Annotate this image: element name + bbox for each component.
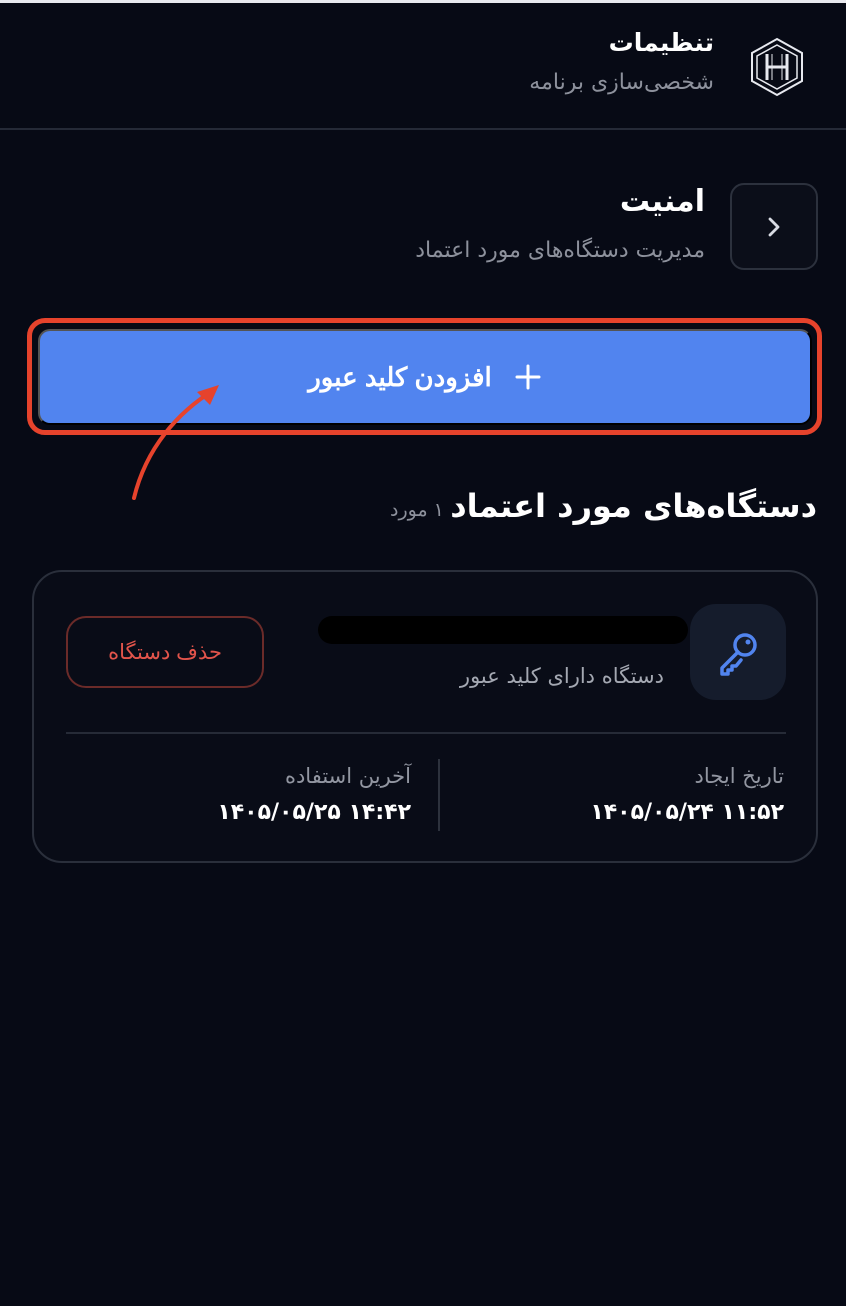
header-subtitle: شخصی‌سازی برنامه	[529, 70, 714, 95]
annotation-arrow-icon	[132, 385, 219, 500]
delete-device-button[interactable]: حذف دستگاه	[66, 616, 264, 688]
devices-count: ۱ مورد	[390, 499, 444, 521]
back-button[interactable]	[730, 183, 818, 270]
trusted-devices-heading: دستگاه‌های مورد اعتماد	[450, 487, 817, 525]
section-subtitle: مدیریت دستگاه‌های مورد اعتماد	[415, 238, 705, 263]
created-date-label: تاریخ ایجاد	[694, 764, 784, 788]
device-name-redacted	[318, 616, 688, 644]
header-title: تنظیمات	[608, 28, 714, 57]
device-card: دستگاه دارای کلید عبور حذف دستگاه تاریخ …	[32, 570, 818, 863]
chevron-right-icon	[768, 217, 780, 236]
device-type-label: دستگاه دارای کلید عبور	[459, 664, 664, 688]
hex-h-logo-icon	[751, 37, 803, 97]
created-date-value: ۱۱:۵۲ ۱۴۰۵/۰۵/۲۴	[590, 800, 784, 825]
plus-icon	[515, 364, 541, 390]
delete-device-label: حذف دستگاه	[108, 640, 222, 664]
last-used-label: آخرین استفاده	[284, 764, 411, 788]
key-icon	[720, 633, 757, 676]
card-divider	[66, 732, 786, 734]
section-title: امنیت	[619, 184, 705, 219]
meta-column-divider	[438, 759, 440, 831]
app-header: تنظیمات شخصی‌سازی برنامه	[0, 0, 846, 130]
settings-page: تنظیمات شخصی‌سازی برنامه امنیت مدیریت دس…	[0, 0, 846, 1306]
add-passkey-label: افزودن کلید عبور	[308, 361, 492, 392]
device-key-tile	[690, 604, 786, 700]
last-used-value: ۱۴:۴۲ ۱۴۰۵/۰۵/۲۵	[217, 800, 411, 825]
